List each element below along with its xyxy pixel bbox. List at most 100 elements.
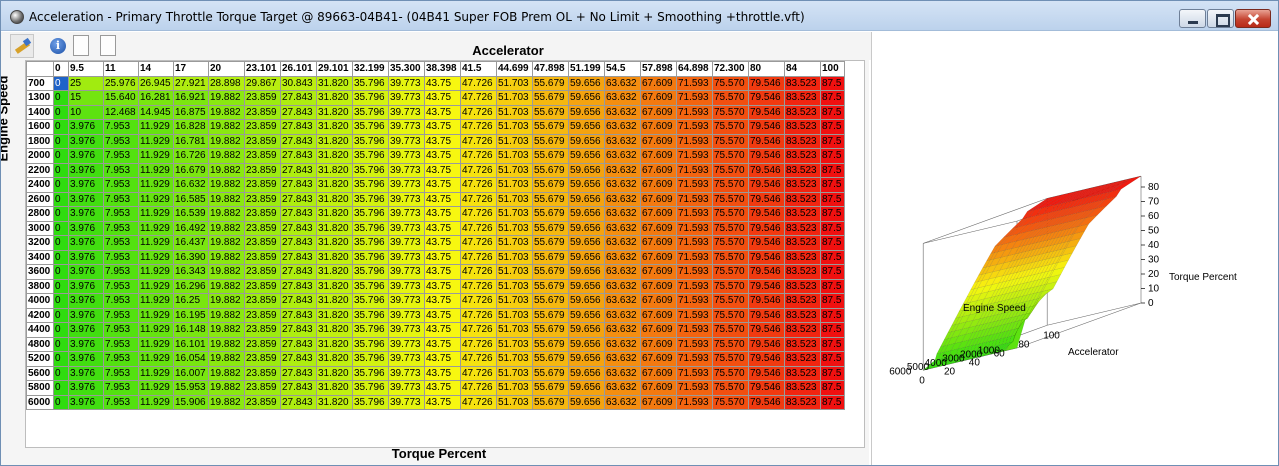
table-cell[interactable]: 55.679 bbox=[532, 206, 569, 222]
table-cell[interactable]: 59.656 bbox=[568, 148, 605, 164]
table-cell[interactable]: 39.773 bbox=[388, 104, 425, 120]
table-cell[interactable]: 67.609 bbox=[640, 90, 677, 106]
table-cell[interactable]: 55.679 bbox=[532, 133, 569, 149]
table-cell[interactable]: 59.656 bbox=[568, 119, 605, 135]
table-cell[interactable]: 27.843 bbox=[280, 249, 317, 265]
table-cell[interactable]: 75.570 bbox=[712, 322, 749, 338]
table-cell[interactable]: 27.843 bbox=[280, 278, 317, 294]
table-cell[interactable]: 79.546 bbox=[748, 177, 785, 193]
table-cell[interactable]: 39.773 bbox=[388, 119, 425, 135]
table-cell[interactable]: 87.5 bbox=[820, 322, 845, 338]
table-cell[interactable]: 7.953 bbox=[103, 206, 139, 222]
table-cell[interactable]: 16.585 bbox=[173, 191, 209, 207]
table-cell[interactable]: 55.679 bbox=[532, 394, 569, 410]
table-cell[interactable]: 23.859 bbox=[244, 206, 281, 222]
table-cell[interactable]: 11.929 bbox=[138, 220, 174, 236]
table-cell[interactable]: 55.679 bbox=[532, 278, 569, 294]
table-cell[interactable]: 55.679 bbox=[532, 322, 569, 338]
table-cell[interactable]: 79.546 bbox=[748, 133, 785, 149]
table-cell[interactable]: 43.75 bbox=[424, 235, 461, 251]
table-cell[interactable]: 19.882 bbox=[208, 264, 245, 280]
table-cell[interactable]: 67.609 bbox=[640, 148, 677, 164]
table-cell[interactable]: 39.773 bbox=[388, 75, 425, 91]
table-cell[interactable]: 87.5 bbox=[820, 75, 845, 91]
table-cell[interactable]: 0 bbox=[53, 133, 69, 149]
table-cell[interactable]: 31.820 bbox=[316, 104, 353, 120]
table-cell[interactable]: 83.523 bbox=[784, 307, 821, 323]
table-cell[interactable]: 71.593 bbox=[676, 206, 713, 222]
table-cell[interactable]: 0 bbox=[53, 148, 69, 164]
table-cell[interactable]: 75.570 bbox=[712, 307, 749, 323]
table-cell[interactable]: 87.5 bbox=[820, 351, 845, 367]
table-cell[interactable]: 83.523 bbox=[784, 249, 821, 265]
table-cell[interactable]: 23.859 bbox=[244, 235, 281, 251]
table-cell[interactable]: 19.882 bbox=[208, 394, 245, 410]
table-cell[interactable]: 0 bbox=[53, 162, 69, 178]
table-cell[interactable]: 75.570 bbox=[712, 206, 749, 222]
table-cell[interactable]: 47.726 bbox=[460, 351, 497, 367]
table-cell[interactable]: 51.703 bbox=[496, 235, 533, 251]
table-cell[interactable]: 7.953 bbox=[103, 162, 139, 178]
table-cell[interactable]: 23.859 bbox=[244, 220, 281, 236]
table-cell[interactable]: 83.523 bbox=[784, 380, 821, 396]
table-cell[interactable]: 51.703 bbox=[496, 293, 533, 309]
table-cell[interactable]: 67.609 bbox=[640, 351, 677, 367]
table-cell[interactable]: 79.546 bbox=[748, 249, 785, 265]
table-cell[interactable]: 27.843 bbox=[280, 235, 317, 251]
table-cell[interactable]: 23.859 bbox=[244, 177, 281, 193]
table-cell[interactable]: 7.953 bbox=[103, 235, 139, 251]
table-cell[interactable]: 59.656 bbox=[568, 206, 605, 222]
table-cell[interactable]: 19.882 bbox=[208, 119, 245, 135]
table-cell[interactable]: 51.703 bbox=[496, 191, 533, 207]
table-cell[interactable]: 79.546 bbox=[748, 162, 785, 178]
table-cell[interactable]: 55.679 bbox=[532, 293, 569, 309]
table-cell[interactable]: 23.859 bbox=[244, 133, 281, 149]
table-cell[interactable]: 87.5 bbox=[820, 104, 845, 120]
table-cell[interactable]: 63.632 bbox=[604, 394, 641, 410]
table-cell[interactable]: 39.773 bbox=[388, 264, 425, 280]
table-cell[interactable]: 79.546 bbox=[748, 322, 785, 338]
table-cell[interactable]: 51.703 bbox=[496, 119, 533, 135]
table-cell[interactable]: 11.929 bbox=[138, 249, 174, 265]
table-cell[interactable]: 59.656 bbox=[568, 162, 605, 178]
table-cell[interactable]: 63.632 bbox=[604, 293, 641, 309]
table-cell[interactable]: 51.703 bbox=[496, 336, 533, 352]
table-cell[interactable]: 43.75 bbox=[424, 249, 461, 265]
table-cell[interactable]: 35.796 bbox=[352, 293, 389, 309]
table-cell[interactable]: 39.773 bbox=[388, 278, 425, 294]
table-cell[interactable]: 83.523 bbox=[784, 177, 821, 193]
table-cell[interactable]: 43.75 bbox=[424, 380, 461, 396]
table-cell[interactable]: 3.976 bbox=[68, 191, 104, 207]
table-cell[interactable]: 83.523 bbox=[784, 336, 821, 352]
table-cell[interactable]: 83.523 bbox=[784, 278, 821, 294]
table-cell[interactable]: 7.953 bbox=[103, 394, 139, 410]
table-cell[interactable]: 79.546 bbox=[748, 235, 785, 251]
table-cell[interactable]: 35.796 bbox=[352, 249, 389, 265]
table-cell[interactable]: 0 bbox=[53, 351, 69, 367]
table-cell[interactable]: 59.656 bbox=[568, 351, 605, 367]
table-cell[interactable]: 0 bbox=[53, 119, 69, 135]
table-cell[interactable]: 39.773 bbox=[388, 293, 425, 309]
table-cell[interactable]: 19.882 bbox=[208, 293, 245, 309]
table-cell[interactable]: 23.859 bbox=[244, 162, 281, 178]
table-cell[interactable]: 16.632 bbox=[173, 177, 209, 193]
table-cell[interactable]: 27.843 bbox=[280, 162, 317, 178]
table-cell[interactable]: 63.632 bbox=[604, 307, 641, 323]
table-cell[interactable]: 3.976 bbox=[68, 133, 104, 149]
table-cell[interactable]: 75.570 bbox=[712, 133, 749, 149]
table-cell[interactable]: 27.843 bbox=[280, 322, 317, 338]
table-cell[interactable]: 29.867 bbox=[244, 75, 281, 91]
table-cell[interactable]: 87.5 bbox=[820, 90, 845, 106]
table-cell[interactable]: 59.656 bbox=[568, 278, 605, 294]
table-cell[interactable]: 3.976 bbox=[68, 351, 104, 367]
table-cell[interactable]: 23.859 bbox=[244, 249, 281, 265]
table-cell[interactable]: 71.593 bbox=[676, 235, 713, 251]
table-cell[interactable]: 71.593 bbox=[676, 307, 713, 323]
table-cell[interactable]: 55.679 bbox=[532, 148, 569, 164]
table-cell[interactable]: 35.796 bbox=[352, 394, 389, 410]
table-cell[interactable]: 27.843 bbox=[280, 365, 317, 381]
table-cell[interactable]: 31.820 bbox=[316, 177, 353, 193]
table-cell[interactable]: 31.820 bbox=[316, 293, 353, 309]
table-cell[interactable]: 43.75 bbox=[424, 293, 461, 309]
table-cell[interactable]: 3.976 bbox=[68, 336, 104, 352]
